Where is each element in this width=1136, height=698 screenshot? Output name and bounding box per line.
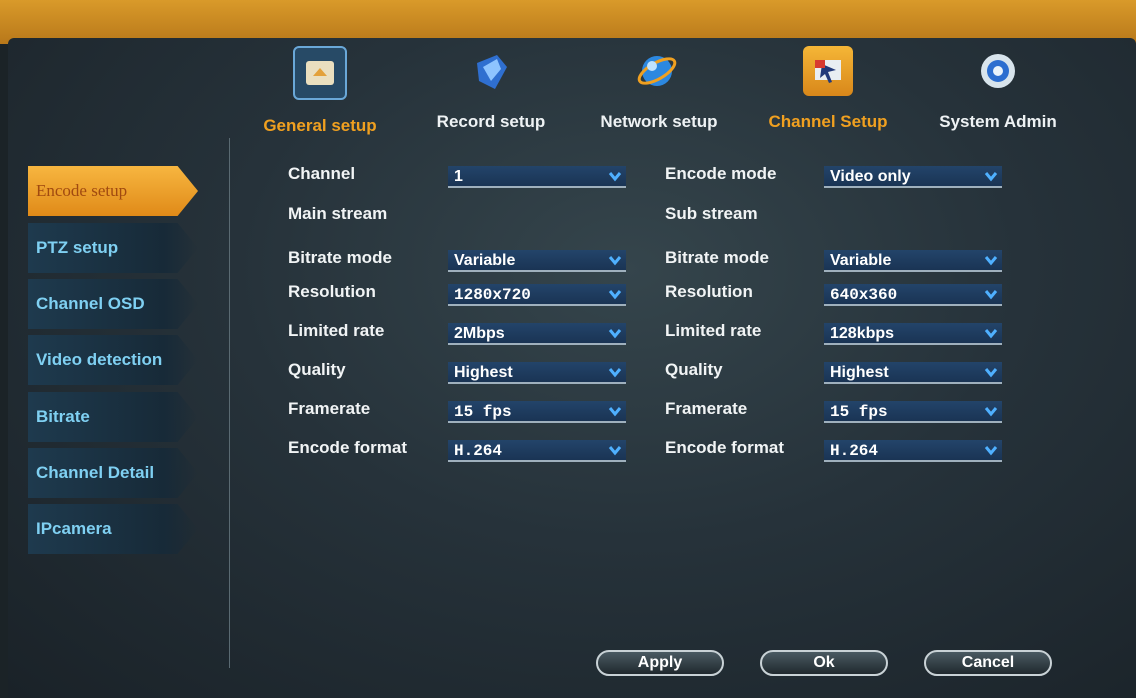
chevron-down-icon [984,446,998,456]
nav-label: Record setup [436,112,546,131]
select-value: 15 fps [454,403,512,421]
select-value: Variable [454,252,516,269]
sub-limited-rate-select[interactable]: 128kbps [824,323,1002,345]
nav-record-setup[interactable]: Record setup [416,46,566,132]
chevron-down-icon [984,256,998,266]
main-encode-format-label: Encode format [288,438,408,457]
main-quality-label: Quality [288,360,346,379]
chevron-down-icon [984,407,998,417]
encode-mode-label: Encode mode [665,164,777,183]
sub-framerate-label: Framerate [665,399,748,418]
sidebar-item-channel-detail[interactable]: Channel Detail [28,448,198,498]
settings-screen: General setup Record setup Network setup… [8,38,1136,698]
main-bitrate-mode-label: Bitrate mode [288,248,392,267]
nav-network-setup[interactable]: Network setup [584,46,734,132]
apply-button[interactable]: Apply [596,650,724,676]
cancel-button[interactable]: Cancel [924,650,1052,676]
sidebar-item-label: Channel OSD [36,294,145,313]
select-value: 1280x720 [454,286,531,304]
sub-resolution-select[interactable]: 640x360 [824,284,1002,306]
chevron-down-icon [984,368,998,378]
sidebar-item-video-detection[interactable]: Video detection [28,335,198,385]
main-framerate-label: Framerate [288,399,371,418]
system-admin-icon [973,46,1023,96]
main-resolution-label: Resolution [288,282,376,301]
chevron-down-icon [608,446,622,456]
encode-mode-select[interactable]: Video only [824,166,1002,188]
sidebar-item-label: Bitrate [36,407,90,426]
channel-select[interactable]: 1 [448,166,626,188]
sidebar-item-label: Video detection [36,350,163,369]
nav-label: General setup [263,116,377,135]
chevron-down-icon [984,172,998,182]
channel-label: Channel [288,164,356,183]
select-value: Highest [830,364,889,381]
sidebar-item-encode-setup[interactable]: Encode setup [28,166,198,216]
sidebar-item-channel-osd[interactable]: Channel OSD [28,279,198,329]
select-value: H.264 [830,442,879,460]
chevron-down-icon [608,329,622,339]
sub-limited-rate-label: Limited rate [665,321,762,340]
sub-encode-format-label: Encode format [665,438,785,457]
sidebar-item-bitrate[interactable]: Bitrate [28,392,198,442]
chevron-down-icon [608,256,622,266]
select-value: 128kbps [830,325,895,342]
nav-channel-setup[interactable]: Channel Setup [753,46,903,132]
chevron-down-icon [608,368,622,378]
sidebar-item-label: IPcamera [36,519,112,538]
sub-quality-label: Quality [665,360,723,379]
sidebar-item-ipcamera[interactable]: IPcamera [28,504,198,554]
chevron-down-icon [608,290,622,300]
sub-stream-heading: Sub stream [665,204,758,223]
sub-bitrate-mode-select[interactable]: Variable [824,250,1002,272]
chevron-down-icon [608,172,622,182]
main-encode-format-select[interactable]: H.264 [448,440,626,462]
main-resolution-select[interactable]: 1280x720 [448,284,626,306]
main-framerate-select[interactable]: 15 fps [448,401,626,423]
network-setup-icon [634,46,684,96]
select-value: 15 fps [830,403,888,421]
select-value: H.264 [454,442,503,460]
encode-mode-value: Video only [830,168,911,185]
nav-label: System Admin [939,112,1057,131]
main-limited-rate-select[interactable]: 2Mbps [448,323,626,345]
sidebar-item-label: PTZ setup [36,238,119,257]
select-value: 640x360 [830,286,898,304]
nav-label: Network setup [600,112,718,131]
sub-encode-format-select[interactable]: H.264 [824,440,1002,462]
vertical-divider [229,138,230,668]
sub-framerate-select[interactable]: 15 fps [824,401,1002,423]
channel-setup-icon [803,46,853,96]
main-limited-rate-label: Limited rate [288,321,385,340]
nav-general-setup[interactable]: General setup [245,46,395,136]
sidebar-item-ptz-setup[interactable]: PTZ setup [28,223,198,273]
main-bitrate-mode-select[interactable]: Variable [448,250,626,272]
nav-label: Channel Setup [768,112,888,131]
main-stream-heading: Main stream [288,204,388,223]
sub-bitrate-mode-label: Bitrate mode [665,248,769,267]
chevron-down-icon [984,290,998,300]
select-value: Highest [454,364,513,381]
sidebar-item-label: Channel Detail [36,463,155,482]
ok-button[interactable]: Ok [760,650,888,676]
select-value: 2Mbps [454,325,505,342]
nav-system-admin[interactable]: System Admin [923,46,1073,132]
sub-resolution-label: Resolution [665,282,753,301]
chevron-down-icon [608,407,622,417]
general-setup-icon [293,46,347,100]
select-value: Variable [830,252,892,269]
main-quality-select[interactable]: Highest [448,362,626,384]
sub-quality-select[interactable]: Highest [824,362,1002,384]
channel-value: 1 [454,168,463,185]
record-setup-icon [466,46,516,96]
sidebar-item-label: Encode setup [36,181,128,200]
chevron-down-icon [984,329,998,339]
